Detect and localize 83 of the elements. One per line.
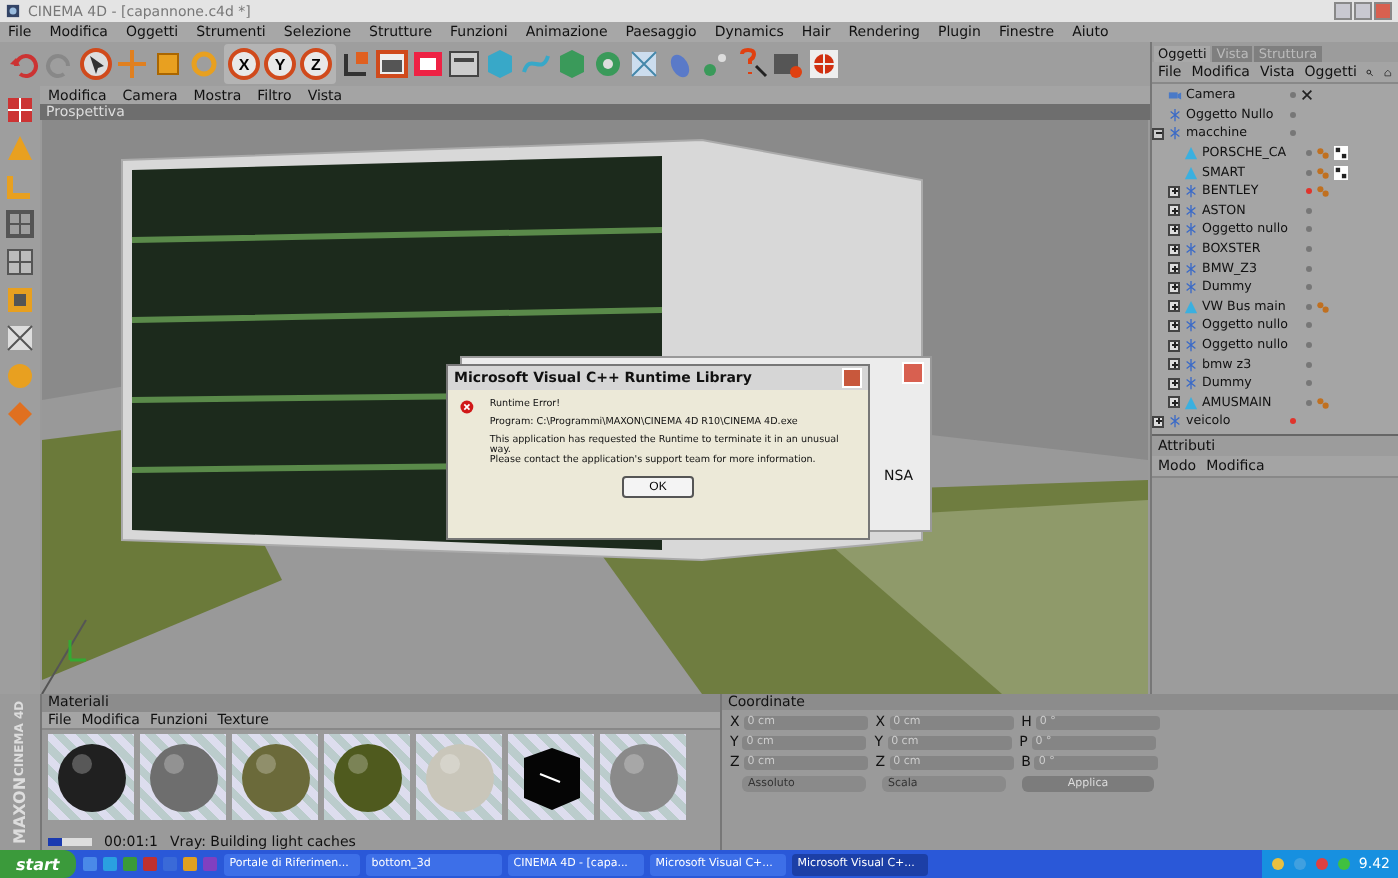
render-settings-icon[interactable] xyxy=(448,48,480,80)
visibility-dot[interactable] xyxy=(1306,342,1312,349)
expand-toggle[interactable] xyxy=(1168,281,1180,294)
triangle-icon xyxy=(1184,395,1198,410)
visibility-dot[interactable] xyxy=(1290,418,1296,425)
home-icon[interactable] xyxy=(1384,65,1392,79)
expand-toggle[interactable] xyxy=(1168,262,1180,275)
null-object-icon xyxy=(1184,222,1198,237)
visibility-dot[interactable] xyxy=(1306,284,1312,291)
null-object-icon xyxy=(1184,376,1198,391)
globe-icon[interactable] xyxy=(808,48,840,80)
axis-button[interactable]: Z xyxy=(300,48,332,80)
expand-toggle[interactable] xyxy=(1168,396,1180,409)
help-window-icon[interactable] xyxy=(772,48,804,80)
sphere-tag-icon[interactable] xyxy=(1316,395,1330,410)
expand-toggle[interactable] xyxy=(1168,243,1180,256)
app-icon xyxy=(6,4,20,18)
start-button[interactable]: start xyxy=(0,850,76,878)
undo-icon[interactable] xyxy=(8,48,40,80)
null-object-icon xyxy=(1184,280,1198,295)
null-object-icon xyxy=(1184,357,1198,372)
axis-button[interactable]: X xyxy=(228,48,260,80)
visibility-dot[interactable] xyxy=(1306,169,1312,176)
coordinate-system-icon[interactable] xyxy=(340,48,372,80)
triangle-icon xyxy=(1184,299,1198,314)
visibility-dot[interactable] xyxy=(1306,361,1312,368)
null-object-icon xyxy=(1184,338,1198,353)
expand-toggle[interactable] xyxy=(1168,185,1180,198)
visibility-dot[interactable] xyxy=(1290,92,1296,99)
checker-tag-icon[interactable] xyxy=(1334,165,1348,180)
axis-button[interactable]: Y xyxy=(264,48,296,80)
expand-toggle[interactable] xyxy=(1168,358,1180,371)
checker-tag-icon[interactable] xyxy=(1334,146,1348,161)
visibility-dot[interactable] xyxy=(1290,111,1296,118)
x-tag-icon[interactable] xyxy=(1300,88,1314,103)
scale-icon[interactable] xyxy=(152,48,184,80)
null-object-icon xyxy=(1184,184,1198,199)
visibility-dot[interactable] xyxy=(1290,130,1296,137)
visibility-dot[interactable] xyxy=(1306,226,1312,233)
expand-toggle[interactable] xyxy=(1152,415,1164,428)
visibility-dot[interactable] xyxy=(1306,399,1312,406)
error-icon xyxy=(460,400,474,414)
expand-toggle[interactable] xyxy=(1168,204,1180,217)
expand-toggle[interactable] xyxy=(1168,377,1180,390)
minimize-button[interactable] xyxy=(1334,2,1352,20)
expand-toggle[interactable] xyxy=(1168,300,1180,313)
collapse-toggle[interactable] xyxy=(1152,127,1164,140)
null-object-icon xyxy=(1168,107,1182,122)
cursor-icon[interactable] xyxy=(80,48,112,80)
grid-frame-icon[interactable] xyxy=(4,208,36,240)
diamond-tool-icon[interactable] xyxy=(4,398,36,430)
rotate-icon[interactable] xyxy=(188,48,220,80)
expand-toggle[interactable] xyxy=(1168,339,1180,352)
null-object-icon xyxy=(1168,414,1182,429)
null-object-icon xyxy=(1168,126,1182,141)
scene-icon[interactable] xyxy=(700,48,732,80)
array-icon[interactable] xyxy=(628,48,660,80)
grid-filled-icon[interactable] xyxy=(4,246,36,278)
grid-tool-icon[interactable] xyxy=(4,94,36,126)
render-picture-icon[interactable] xyxy=(412,48,444,80)
null-object-icon xyxy=(1184,203,1198,218)
maximize-button[interactable] xyxy=(1354,2,1372,20)
square-tool-icon[interactable] xyxy=(4,284,36,316)
search-icon[interactable] xyxy=(1366,65,1375,79)
visibility-dot[interactable] xyxy=(1306,380,1312,387)
camera-icon xyxy=(1168,88,1182,103)
visibility-dot[interactable] xyxy=(1306,322,1312,329)
corner-tool-icon[interactable] xyxy=(4,170,36,202)
visibility-dot[interactable] xyxy=(1306,150,1312,157)
expand-toggle[interactable] xyxy=(1168,223,1180,236)
visibility-dot[interactable] xyxy=(1306,207,1312,214)
logo-brand: MAXON xyxy=(11,776,29,844)
null-object-icon xyxy=(1184,261,1198,276)
visibility-dot[interactable] xyxy=(1306,246,1312,253)
visibility-dot[interactable] xyxy=(1306,265,1312,272)
visibility-dot[interactable] xyxy=(1306,188,1312,195)
null-object-icon xyxy=(1184,318,1198,333)
render-view-icon[interactable] xyxy=(376,48,408,80)
null-object-icon xyxy=(1184,242,1198,257)
sphere-tag-icon[interactable] xyxy=(1316,299,1330,314)
visibility-dot[interactable] xyxy=(1306,303,1312,310)
expand-toggle[interactable] xyxy=(1168,319,1180,332)
help-pointer-icon[interactable] xyxy=(736,48,768,80)
